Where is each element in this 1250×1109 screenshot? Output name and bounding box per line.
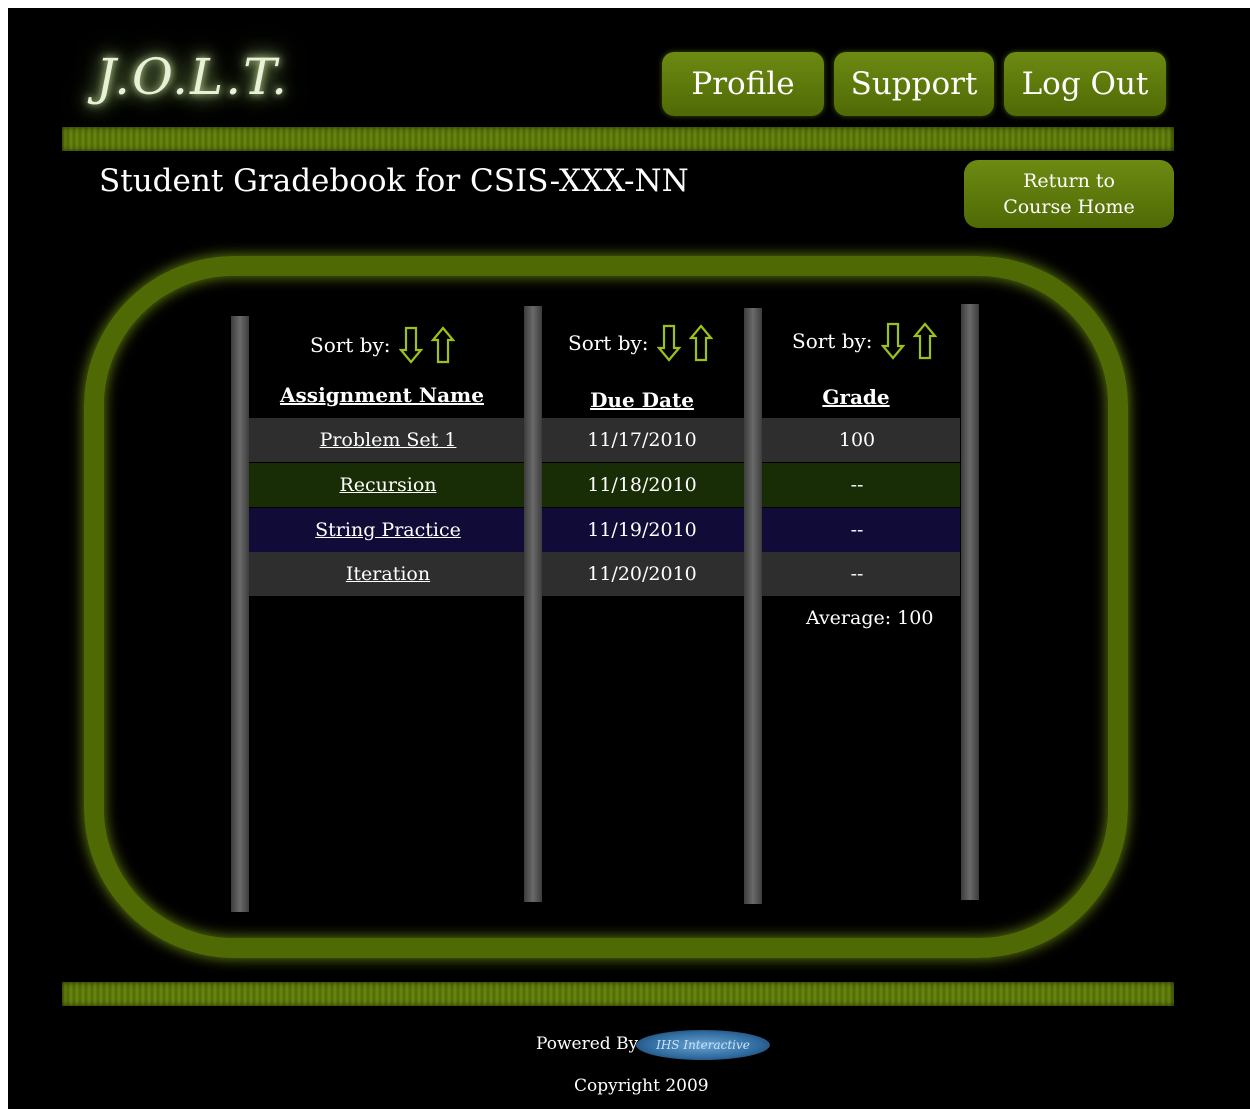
company-logo[interactable]: IHS Interactive xyxy=(636,1030,770,1060)
column-header-assignment-name[interactable]: Assignment Name xyxy=(270,383,494,407)
assignment-name-cell: Problem Set 1 xyxy=(248,418,528,462)
support-button[interactable]: Support xyxy=(834,52,994,116)
grade-cell: -- xyxy=(850,519,864,541)
due-date-cell: 11/18/2010 xyxy=(587,474,697,496)
sort-ascending-icon[interactable] xyxy=(912,322,937,360)
grade-cell: 100 xyxy=(838,429,876,451)
table-row: String Practice 11/19/2010 -- xyxy=(248,508,960,552)
sort-descending-icon[interactable] xyxy=(880,322,905,360)
column-divider xyxy=(524,306,542,902)
profile-button[interactable]: Profile xyxy=(662,52,824,116)
grade-cell: -- xyxy=(850,563,864,585)
assignment-name-cell: String Practice xyxy=(248,508,528,552)
grade-average: Average: 100 xyxy=(806,607,934,629)
assignment-link[interactable]: Problem Set 1 xyxy=(320,429,457,451)
sort-ascending-icon[interactable] xyxy=(688,324,713,362)
due-date-cell: 11/19/2010 xyxy=(587,519,697,541)
return-course-home-button[interactable]: Return to Course Home xyxy=(964,160,1174,228)
sort-descending-icon[interactable] xyxy=(656,324,681,362)
assignment-name-cell: Iteration xyxy=(248,552,528,596)
sort-ascending-icon[interactable] xyxy=(430,326,455,364)
sort-control-due: Sort by: xyxy=(568,324,713,362)
sort-label: Sort by: xyxy=(792,329,873,353)
column-divider xyxy=(231,316,249,912)
table-row: Recursion 11/18/2010 -- xyxy=(248,463,960,507)
footer-divider xyxy=(62,982,1174,1006)
due-date-cell: 11/20/2010 xyxy=(587,563,697,585)
column-divider xyxy=(744,308,762,904)
assignment-link[interactable]: Recursion xyxy=(339,474,436,496)
assignment-name-cell: Recursion xyxy=(248,463,528,507)
sort-control-grade: Sort by: xyxy=(792,322,937,360)
due-date-cell: 11/17/2010 xyxy=(587,429,697,451)
sort-label: Sort by: xyxy=(568,331,649,355)
assignment-link[interactable]: String Practice xyxy=(315,519,461,541)
assignment-link[interactable]: Iteration xyxy=(346,563,430,585)
logout-button[interactable]: Log Out xyxy=(1004,52,1166,116)
return-button-line-2: Course Home xyxy=(1003,196,1135,218)
table-row: Problem Set 1 11/17/2010 100 xyxy=(248,418,960,462)
column-header-due-date[interactable]: Due Date xyxy=(560,388,724,412)
page-title: Student Gradebook for CSIS-XXX-NN xyxy=(99,163,689,199)
column-divider xyxy=(961,304,979,900)
powered-by-label: Powered By xyxy=(536,1034,639,1054)
column-header-grade[interactable]: Grade xyxy=(786,385,926,409)
table-row: Iteration 11/20/2010 -- xyxy=(248,552,960,596)
sort-control-name: Sort by: xyxy=(310,326,455,364)
header-divider xyxy=(62,127,1174,151)
grade-cell: -- xyxy=(850,474,864,496)
return-button-line-1: Return to xyxy=(1023,170,1115,192)
site-logo[interactable]: J.O.L.T. xyxy=(96,48,289,106)
copyright-text: Copyright 2009 xyxy=(574,1076,709,1096)
sort-label: Sort by: xyxy=(310,333,391,357)
sort-descending-icon[interactable] xyxy=(398,326,423,364)
